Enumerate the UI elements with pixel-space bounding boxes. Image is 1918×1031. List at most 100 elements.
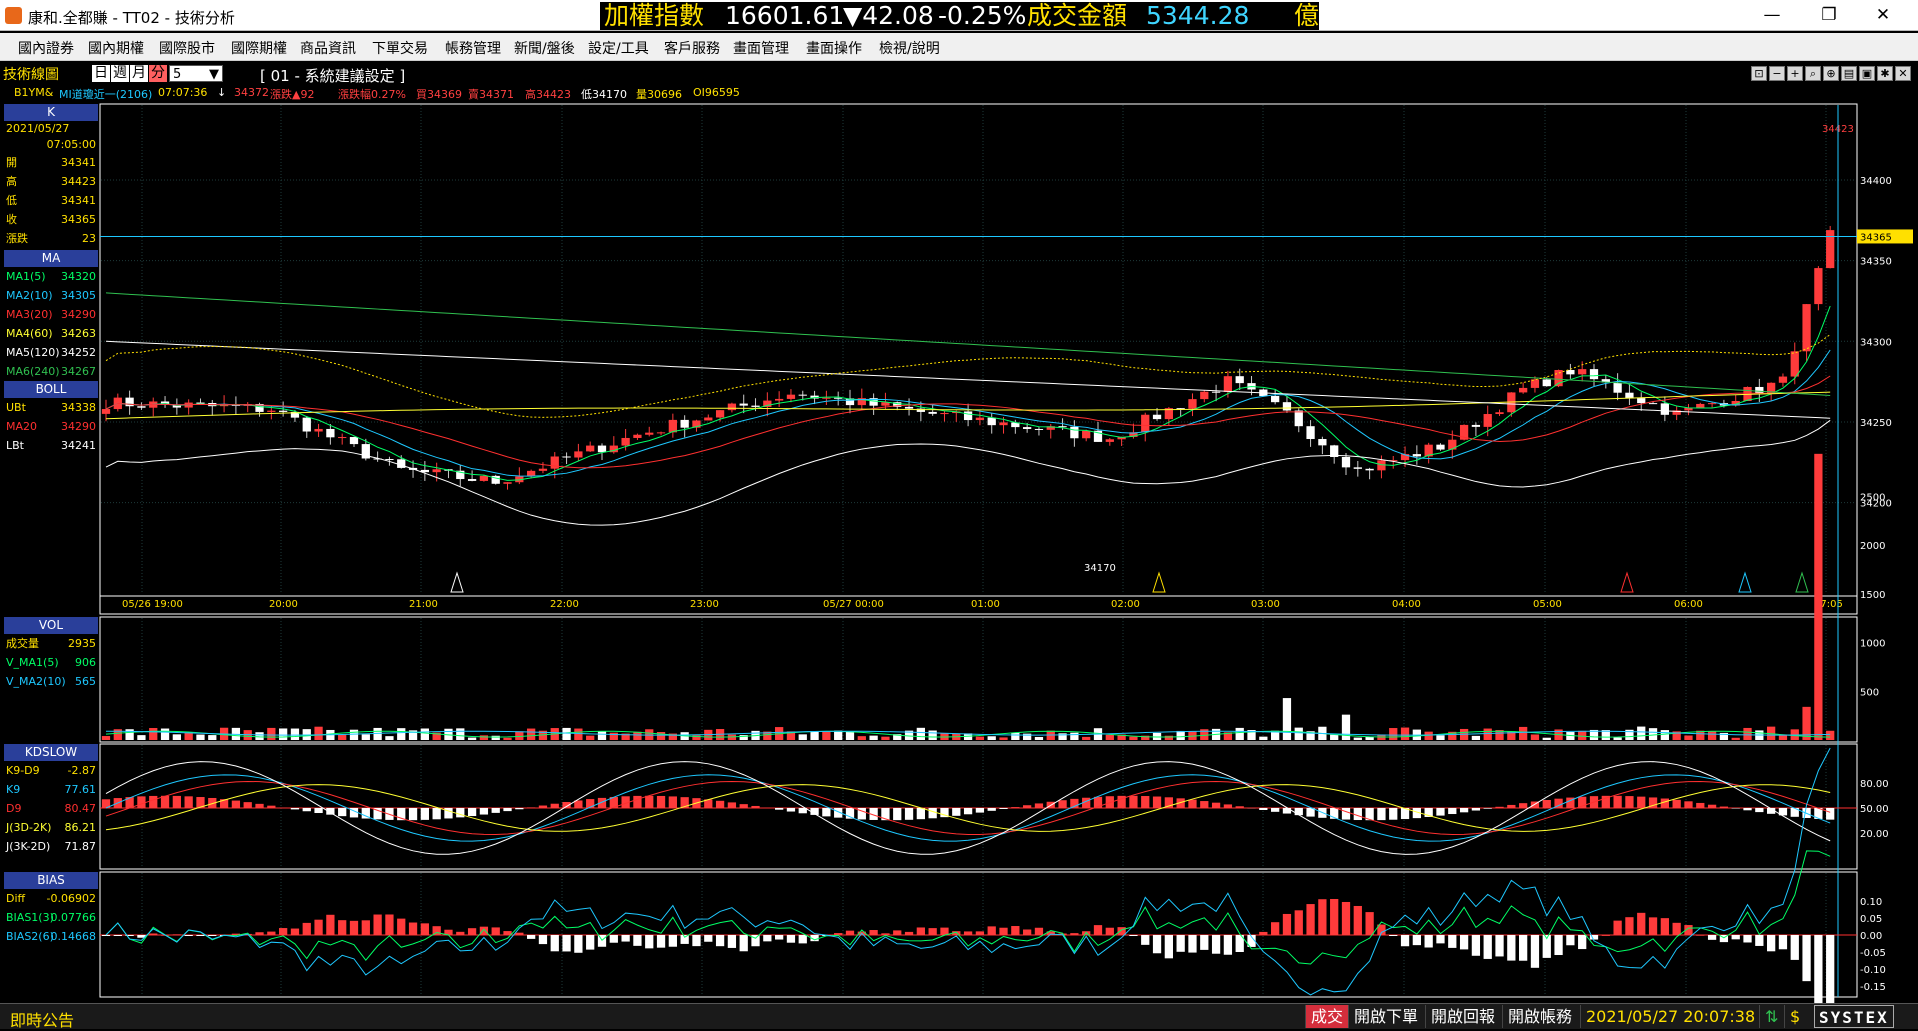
menu-item-2[interactable]: 國際股市 — [159, 38, 215, 58]
menu-item-12[interactable]: 檢視/說明 — [879, 38, 940, 58]
vol-row-value: 906 — [75, 653, 96, 672]
candle-body — [1023, 427, 1031, 429]
minimize-button[interactable]: — — [1749, 0, 1795, 30]
zoom-fit-icon[interactable]: ⊡ — [1751, 66, 1767, 81]
kd-diff-bar — [1283, 808, 1291, 814]
save-icon[interactable]: ▣ — [1859, 66, 1875, 81]
period-month-button[interactable]: 月 — [130, 65, 148, 82]
kd-diff-bar — [444, 808, 452, 818]
volume-bar — [350, 730, 358, 740]
maximize-button[interactable]: ❐ — [1806, 0, 1852, 30]
announcement-label[interactable]: 即時公告 — [10, 1007, 74, 1031]
candle-body — [645, 433, 653, 435]
kd-diff-bar — [1767, 808, 1775, 814]
volume-bar — [1047, 731, 1055, 740]
ma-row: MA6(240)34267 — [4, 362, 98, 381]
close-button[interactable]: ✕ — [1860, 0, 1906, 30]
volume-bar — [1023, 734, 1031, 740]
volume-bar — [692, 735, 700, 740]
kd-diff-bar — [1531, 802, 1539, 808]
bias-diff-bar — [822, 935, 830, 936]
bias-diff-bar — [1365, 912, 1373, 935]
trade-button[interactable]: 成交 — [1305, 1005, 1348, 1028]
open-report-button[interactable]: 開啟回報 — [1425, 1005, 1500, 1028]
open-order-button[interactable]: 開啟下單 — [1348, 1005, 1423, 1028]
menu-item-0[interactable]: 國內證券 — [18, 38, 74, 58]
menu-item-5[interactable]: 下單交易 — [372, 38, 428, 58]
menu-item-9[interactable]: 客戶服務 — [664, 38, 720, 58]
signal-triangle-icon — [451, 573, 463, 592]
menu-item-11[interactable]: 畫面操作 — [806, 38, 862, 58]
kd-diff-bar — [574, 800, 582, 808]
menu-item-7[interactable]: 新聞/盤後 — [514, 38, 575, 58]
bias-diff-bar — [586, 935, 594, 950]
open-account-button[interactable]: 開啟帳務 — [1502, 1005, 1577, 1028]
interval-select[interactable]: 5▼ — [169, 65, 223, 82]
magnify-icon[interactable]: ⊕ — [1823, 66, 1839, 81]
kd-diff-bar — [633, 796, 641, 808]
time-tick: 07:05 — [1814, 599, 1843, 610]
zoom-out-icon[interactable]: − — [1769, 66, 1785, 81]
quote-symbol: B1YM& — [14, 86, 53, 99]
volume-bar — [1460, 729, 1468, 740]
ma-values: MA1(5)34320MA2(10)34305MA3(20)34290MA4(6… — [4, 267, 98, 381]
vol-row-value: 565 — [75, 672, 96, 691]
bias-diff-bar — [1543, 935, 1551, 958]
candle-body — [1484, 414, 1492, 427]
bias-row-value: 0.07766 — [51, 908, 97, 927]
quote-time: 07:07:36 — [158, 86, 207, 99]
candle-body — [586, 446, 594, 452]
kd-diff-bar — [1495, 807, 1503, 808]
settings-icon[interactable]: ✱ — [1877, 66, 1893, 81]
menu-item-6[interactable]: 帳務管理 — [445, 38, 501, 58]
bias-diff-bar — [763, 935, 771, 941]
candle-body — [846, 398, 854, 405]
print-icon[interactable]: ▤ — [1841, 66, 1857, 81]
volume-bar — [1613, 738, 1621, 740]
bias-diff-bar — [1602, 935, 1610, 936]
period-week-button[interactable]: 週 — [111, 65, 129, 82]
bias-diff-bar — [1271, 922, 1279, 935]
candle-body — [1779, 377, 1787, 383]
ma-row-value: 34252 — [61, 343, 96, 362]
kd-diff-bar — [751, 806, 759, 808]
boll-upper-line — [106, 335, 1830, 418]
close-chart-icon[interactable]: ✕ — [1895, 66, 1911, 81]
period-minute-button[interactable]: 分 — [149, 65, 167, 82]
ma-row: MA3(20)34290 — [4, 305, 98, 324]
menu-item-1[interactable]: 國內期權 — [88, 38, 144, 58]
candle-body — [858, 398, 866, 405]
volume-bar — [1070, 733, 1078, 740]
search-icon[interactable]: ⌕ — [1805, 66, 1821, 81]
candle-body — [1070, 427, 1078, 439]
candle-body — [1401, 454, 1409, 460]
volume-bar — [1649, 728, 1657, 740]
volume-bar — [940, 733, 948, 740]
indicator-setting-button[interactable]: [ 01 - 系統建議設定 ] — [260, 65, 405, 86]
kd-diff-bar — [373, 808, 381, 819]
volume-bar — [137, 735, 145, 740]
bias-diff-bar — [1425, 935, 1433, 947]
menu-item-8[interactable]: 設定/工具 — [588, 38, 649, 58]
menu-item-10[interactable]: 畫面管理 — [733, 38, 789, 58]
bias-diff-bar — [1531, 935, 1539, 968]
candle-body — [267, 411, 275, 412]
kd-diff-bar — [1365, 808, 1373, 820]
bias-diff-bar — [1673, 923, 1681, 935]
k-row-value: 23 — [82, 229, 96, 248]
kd-diff-bar — [1106, 796, 1114, 808]
bias-diff-bar — [1696, 935, 1704, 936]
bias-diff-bar — [917, 927, 925, 935]
menu-item-4[interactable]: 商品資訊 — [300, 38, 356, 58]
candle-body — [1212, 392, 1220, 393]
price-tick: 34250 — [1860, 418, 1892, 429]
zoom-in-icon[interactable]: + — [1787, 66, 1803, 81]
candle-body — [527, 471, 535, 477]
menu-item-3[interactable]: 國際期權 — [231, 38, 287, 58]
candle-body — [799, 395, 807, 396]
candle-body — [1684, 408, 1692, 411]
technical-chart: 344003435034300342503420005/26 19:0020:0… — [0, 0, 1918, 1029]
period-day-button[interactable]: 日 — [92, 65, 110, 82]
boll-row-value: 34241 — [61, 436, 96, 455]
bias-diff-bar — [326, 915, 334, 935]
